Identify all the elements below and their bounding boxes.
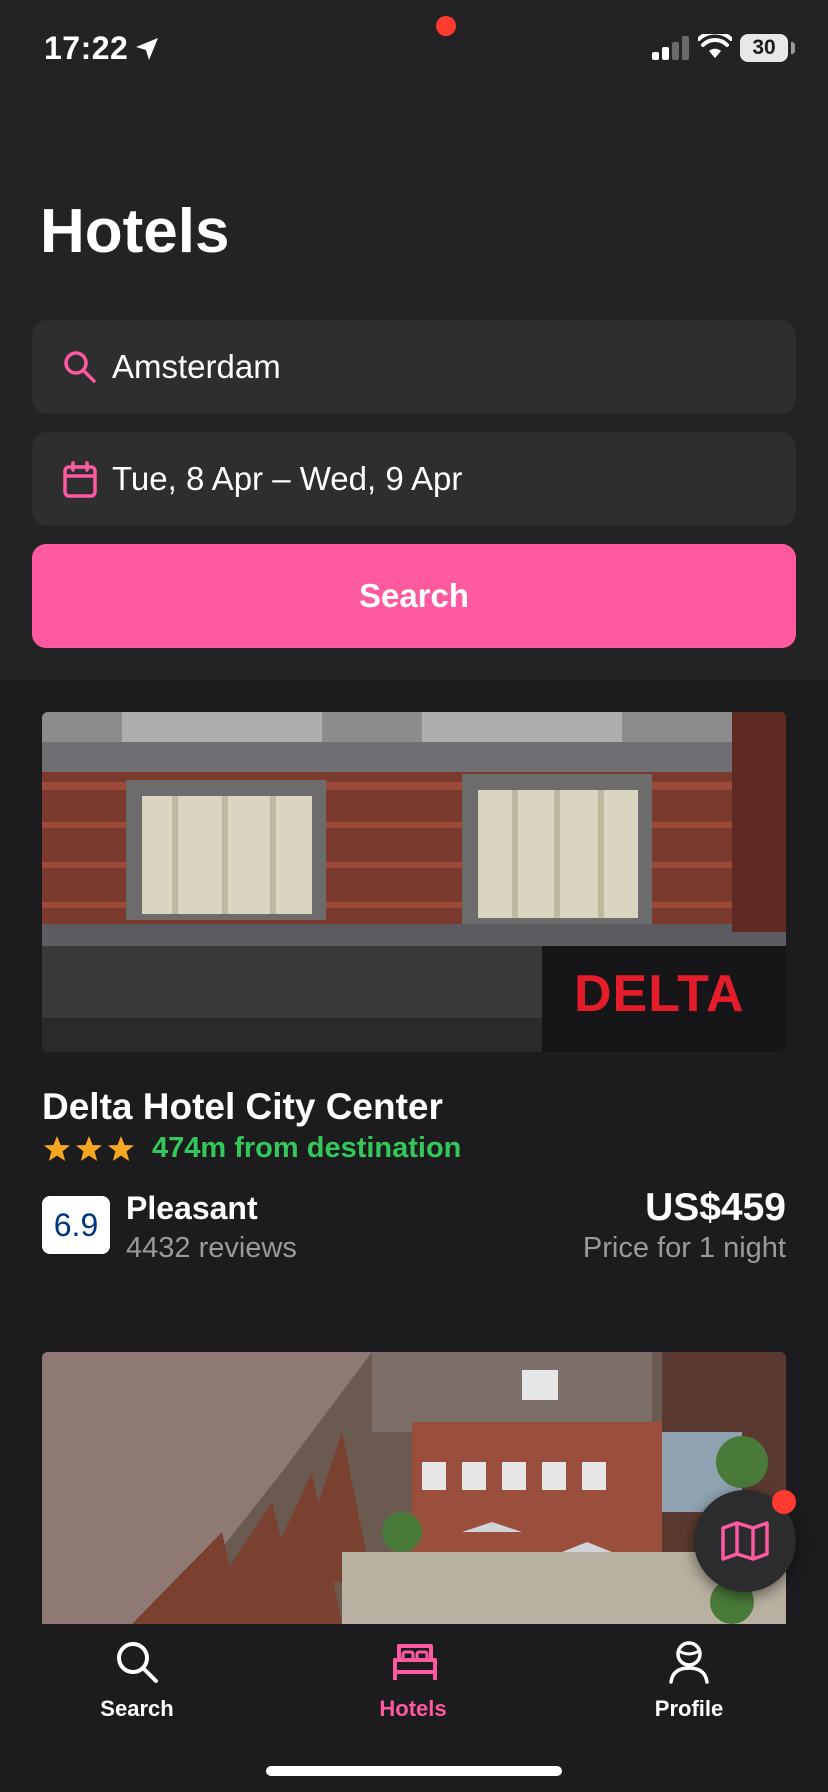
- star-icon: [44, 1136, 70, 1161]
- battery-icon: 30: [740, 34, 788, 62]
- search-icon: [64, 351, 96, 383]
- map-notification-dot: [772, 1490, 796, 1514]
- location-arrow-icon: [136, 38, 158, 60]
- hotel-aerial-image: [42, 1352, 786, 1624]
- wifi-icon: [698, 34, 732, 58]
- status-time: 17:22: [44, 30, 129, 66]
- tab-hotels[interactable]: Hotels: [323, 1624, 503, 1734]
- date-range-input[interactable]: Tue, 8 Apr – Wed, 9 Apr: [32, 432, 796, 526]
- distance-label: 474m from destination: [152, 1132, 462, 1164]
- review-score-badge: 6.9: [42, 1196, 110, 1254]
- search-button[interactable]: Search: [32, 544, 796, 648]
- hotel-sign-text: DELTA: [574, 965, 745, 1023]
- tab-search[interactable]: Search: [47, 1624, 227, 1734]
- review-score-word: Pleasant: [126, 1190, 258, 1226]
- star-rating: [44, 1136, 134, 1161]
- tab-profile[interactable]: Profile: [599, 1624, 779, 1734]
- star-icon: [108, 1136, 134, 1161]
- page-title: Hotels: [40, 197, 230, 266]
- map-icon: [721, 1521, 769, 1561]
- calendar-icon: [63, 461, 97, 498]
- hotel-photo[interactable]: [42, 1352, 786, 1624]
- hotel-photo[interactable]: DELTA: [42, 712, 786, 1052]
- profile-icon: [669, 1641, 709, 1684]
- review-count: 4432 reviews: [126, 1232, 297, 1264]
- price-note: Price for 1 night: [582, 1232, 786, 1264]
- hotels-tab-notification-dot: [436, 16, 456, 36]
- destination-value: Amsterdam: [112, 348, 281, 385]
- hotel-name[interactable]: Delta Hotel City Center: [42, 1086, 443, 1128]
- destination-input[interactable]: Amsterdam: [32, 320, 796, 414]
- bed-icon: [393, 1644, 437, 1680]
- tab-label: Hotels: [379, 1696, 447, 1721]
- search-icon: [117, 1642, 158, 1683]
- status-bar: 17:22 30: [0, 0, 828, 100]
- tab-label: Profile: [654, 1696, 724, 1721]
- date-range-value: Tue, 8 Apr – Wed, 9 Apr: [112, 460, 463, 497]
- cellular-signal-icon: [652, 36, 690, 60]
- star-icon: [76, 1136, 102, 1161]
- home-indicator: [266, 1766, 562, 1776]
- hotel-price: US$459: [645, 1186, 786, 1229]
- battery-level: 30: [752, 36, 776, 59]
- tab-label: Search: [100, 1696, 174, 1721]
